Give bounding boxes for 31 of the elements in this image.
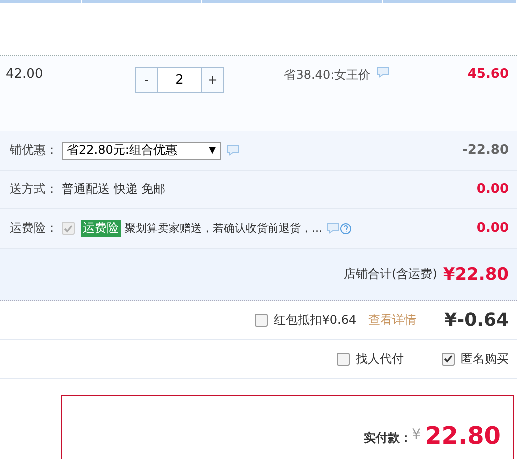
option-label: 匿名购买 — [461, 350, 509, 368]
comment-icon[interactable] — [326, 223, 340, 234]
discount-amount: -22.80 — [462, 143, 509, 158]
checkbox[interactable] — [337, 352, 350, 366]
unit-price: 42.00 — [6, 67, 44, 82]
comment-icon[interactable] — [376, 67, 390, 78]
help-icon[interactable] — [340, 222, 352, 234]
discount-select[interactable]: 省22.80元:组合优惠 ▼ — [62, 142, 221, 160]
shop-total-amount: ¥22.80 — [443, 264, 509, 284]
insurance-tag: 运费险 — [81, 220, 121, 237]
quantity-input[interactable]: 2 — [157, 68, 202, 92]
insurance-text: 聚划算卖家赠送，若确认收货前退货，... — [125, 221, 322, 236]
comment-icon[interactable] — [227, 145, 240, 156]
item-subtotal: 45.60 — [468, 67, 509, 82]
checkbox[interactable] — [442, 352, 455, 366]
shipping-method: 普通配送 快递 免邮 — [62, 181, 166, 198]
shop-total-label: 店铺合计(含运费) — [344, 266, 438, 283]
dropdown-caret: ▼ — [209, 146, 216, 156]
shipping-amount: 0.00 — [476, 182, 509, 197]
discount-label: 铺优惠： — [9, 142, 58, 159]
option-label: 找人代付 — [356, 350, 404, 368]
insurance-amount: 0.00 — [476, 221, 509, 236]
payment-amount: 22.80 — [425, 422, 501, 450]
coupon-deduction-amount: ¥-0.64 — [444, 310, 509, 330]
insurance-label: 运费险： — [9, 220, 58, 237]
shipping-label: 送方式： — [9, 181, 58, 198]
checkbox[interactable] — [255, 314, 268, 326]
payment-label: 实付款： — [364, 430, 412, 447]
currency-symbol: ¥ — [412, 427, 422, 443]
coupon-deduction-label: 红包抵扣¥0.64 — [274, 312, 357, 328]
promo-text: 省38.40:女王价 — [284, 67, 371, 84]
